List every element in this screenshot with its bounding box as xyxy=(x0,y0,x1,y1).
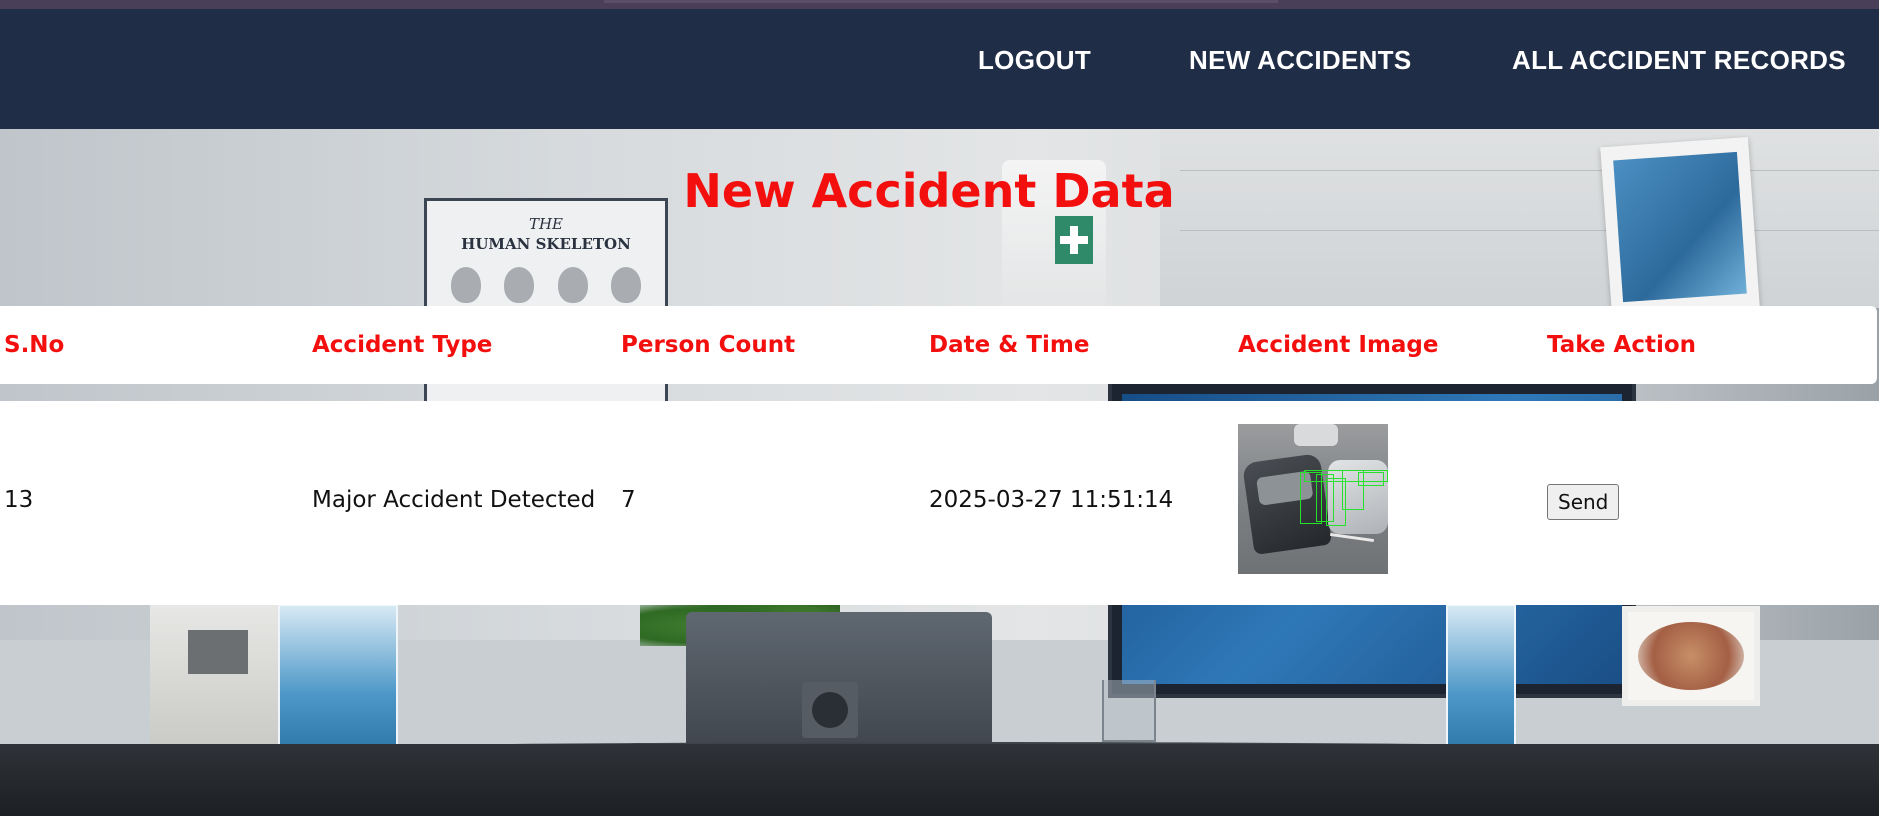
pen-holder xyxy=(1102,680,1156,742)
header-sno: S.No xyxy=(4,332,65,358)
send-button[interactable]: Send xyxy=(1547,484,1620,520)
brochure-stand xyxy=(1446,604,1516,754)
brochure-stand xyxy=(278,604,398,754)
poster-line-2: HUMAN SKELETON xyxy=(461,235,631,253)
header-take-action: Take Action xyxy=(1547,332,1697,358)
cell-person-count: 7 xyxy=(621,487,636,513)
reception-counter xyxy=(0,744,1879,816)
navbar: LOGOUT NEW ACCIDENTS ALL ACCIDENT RECORD… xyxy=(0,9,1879,129)
skull-image xyxy=(504,267,535,303)
car-image xyxy=(1294,424,1338,446)
table-header: S.No Accident Type Person Count Date & T… xyxy=(0,306,1877,384)
skull-image xyxy=(611,267,642,303)
background-ceiling xyxy=(1160,128,1879,308)
cell-date-time: 2025-03-27 11:51:14 xyxy=(929,487,1174,513)
accident-image-thumbnail xyxy=(1238,424,1388,574)
pill-bowl-picture xyxy=(1622,606,1760,706)
nav-all-accident-records-link[interactable]: ALL ACCIDENT RECORDS xyxy=(1512,45,1846,76)
first-aid-cross-icon xyxy=(1055,216,1093,264)
nav-logout-link[interactable]: LOGOUT xyxy=(978,45,1091,76)
nav-new-accidents-link[interactable]: NEW ACCIDENTS xyxy=(1189,45,1412,76)
skull-image xyxy=(450,267,481,303)
skull-image xyxy=(557,267,588,303)
desk-monitor xyxy=(686,612,992,762)
header-accident-image: Accident Image xyxy=(1238,332,1439,358)
top-strip xyxy=(0,0,1879,9)
cell-accident-type: Major Accident Detected xyxy=(312,487,596,513)
header-date-time: Date & Time xyxy=(929,332,1090,358)
page-title: New Accident Data xyxy=(683,164,1175,218)
printer xyxy=(150,600,284,750)
table-row: 13 Major Accident Detected 7 2025-03-27 … xyxy=(0,401,1879,605)
poster-skulls xyxy=(439,267,653,303)
page: THE HUMAN SKELETON LOGOUT NEW ACCIDENTS … xyxy=(0,0,1879,816)
header-person-count: Person Count xyxy=(621,332,796,358)
cell-sno: 13 xyxy=(4,487,34,513)
road-marking xyxy=(1330,532,1374,543)
header-accident-type: Accident Type xyxy=(312,332,493,358)
ceiling-panel-line xyxy=(1180,230,1879,231)
detection-box xyxy=(1358,472,1384,486)
